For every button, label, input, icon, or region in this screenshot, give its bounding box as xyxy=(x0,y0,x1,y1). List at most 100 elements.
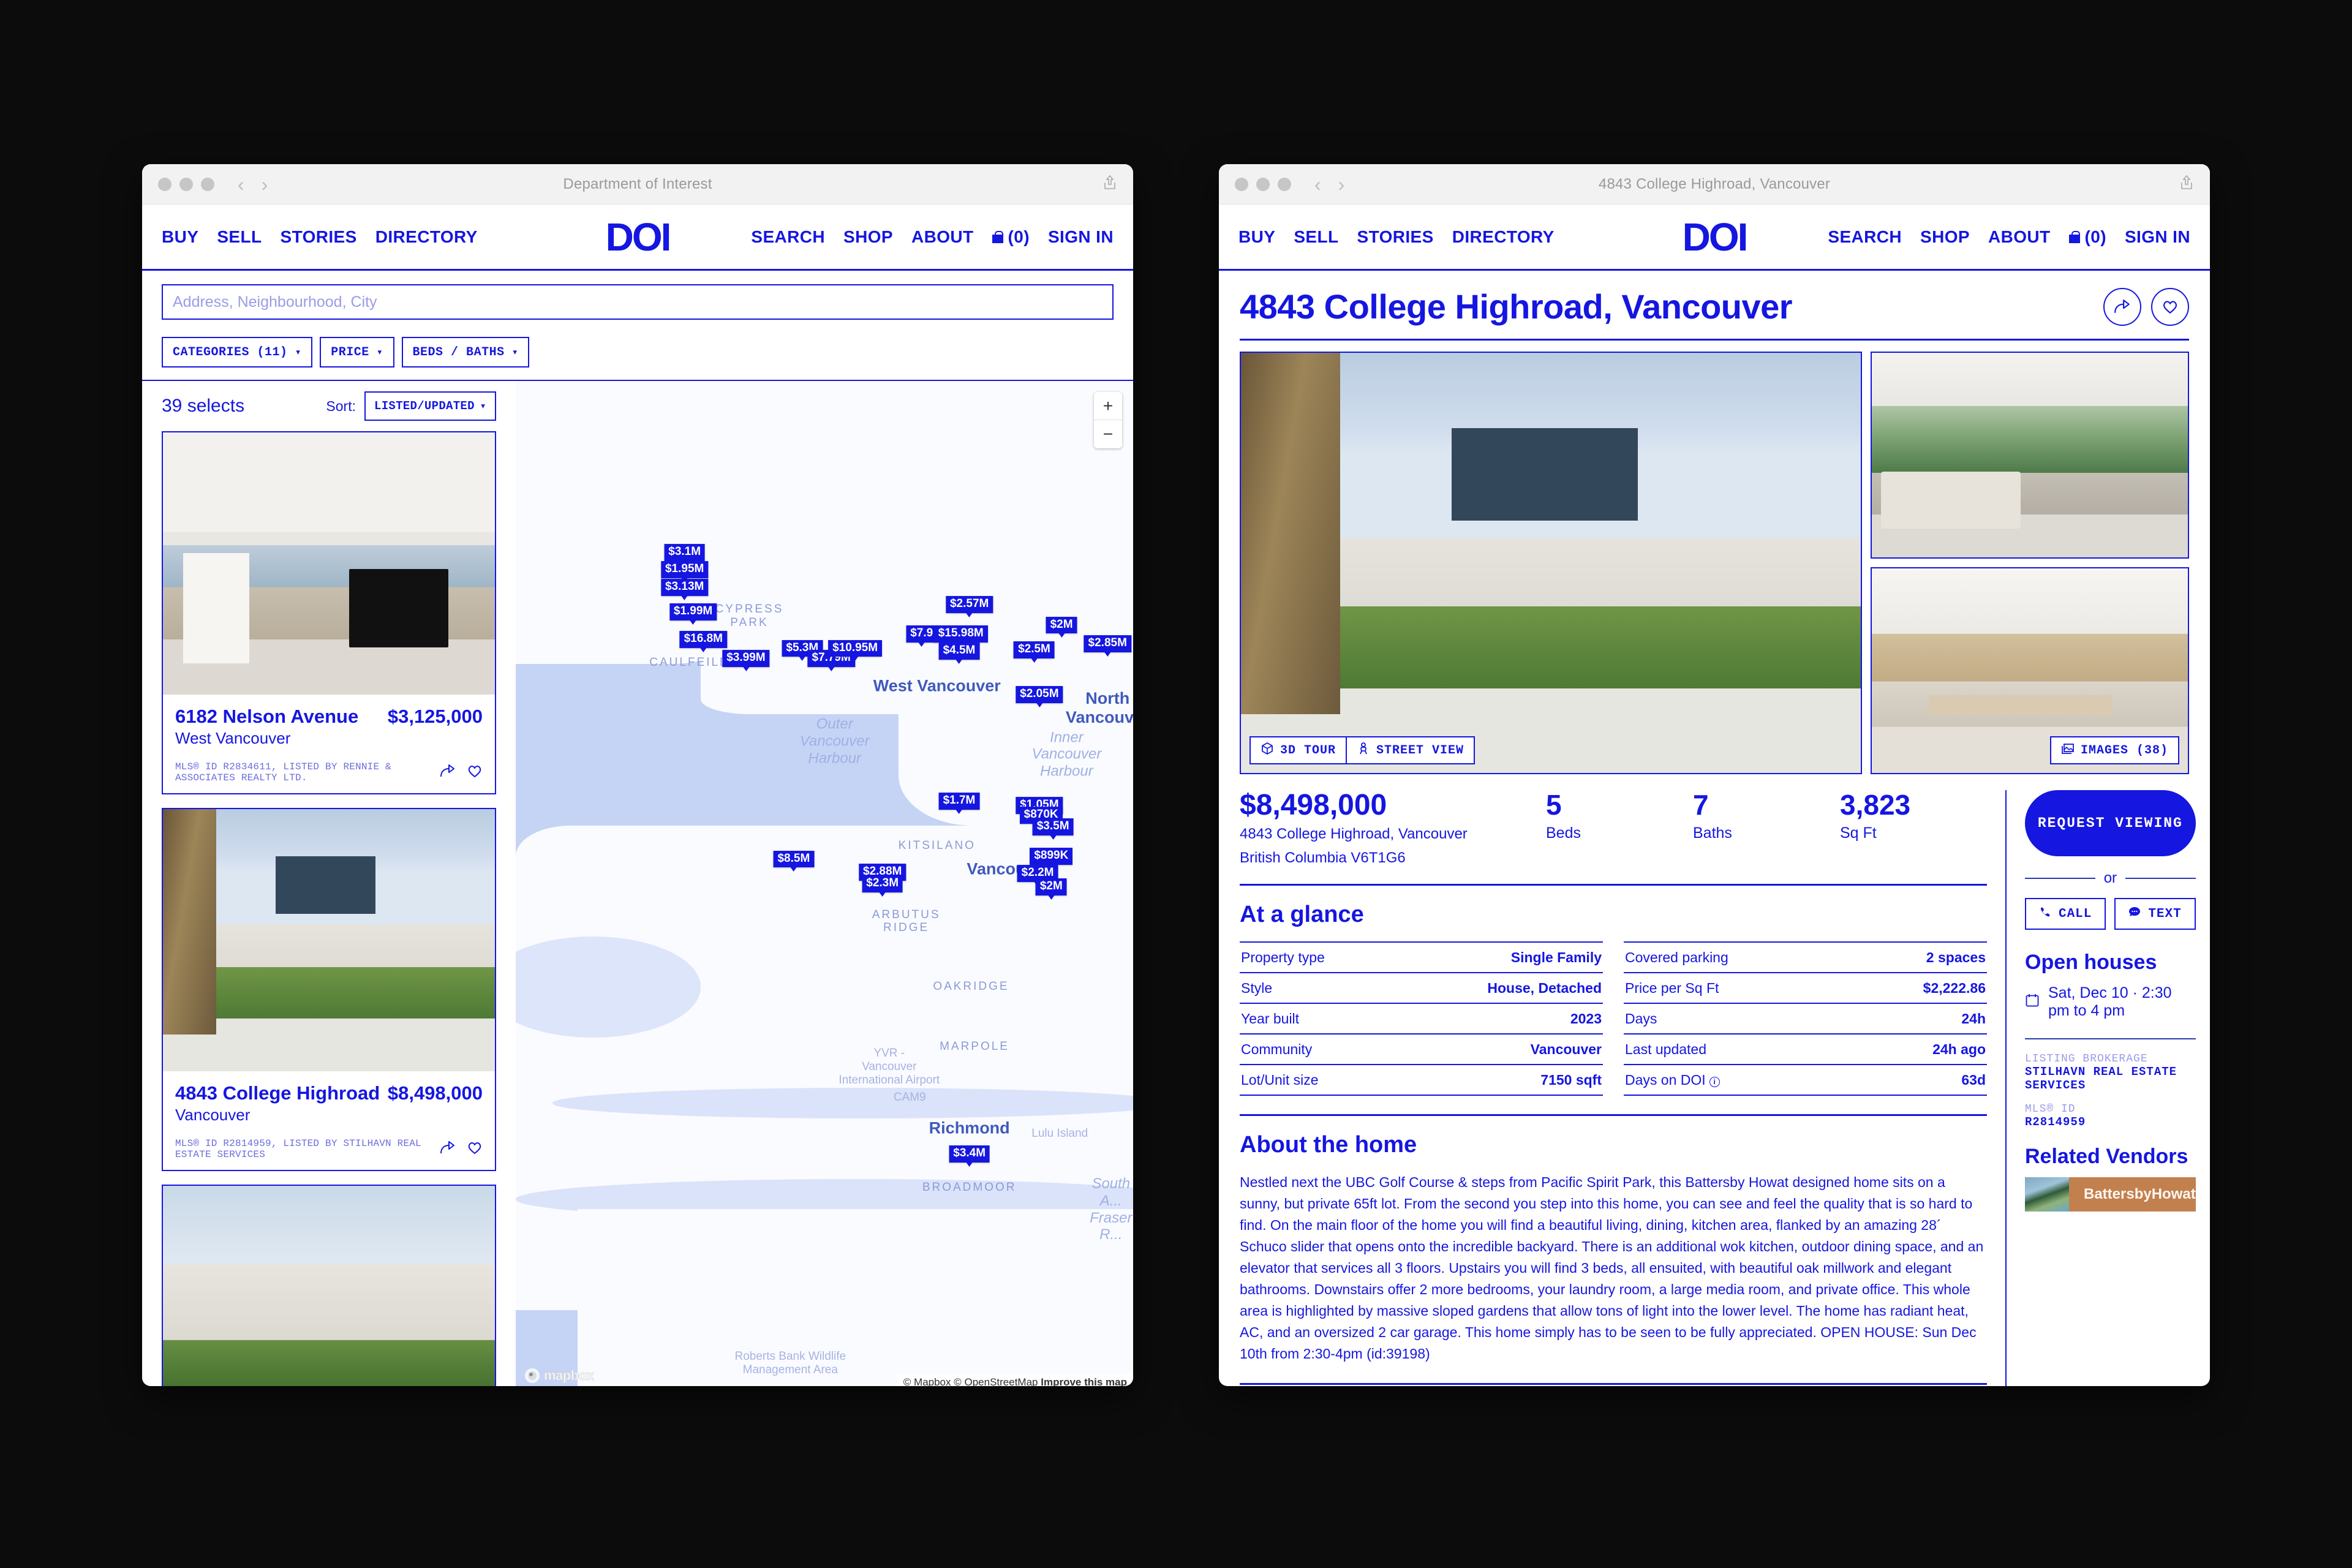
map-price-pin[interactable]: $4.5M xyxy=(938,643,980,665)
share-icon[interactable] xyxy=(1102,175,1117,194)
listing-photo[interactable] xyxy=(163,809,495,1071)
map-price-pin[interactable]: $899K xyxy=(1030,847,1073,869)
close-button[interactable] xyxy=(158,177,172,191)
listing-card[interactable] xyxy=(162,1185,496,1386)
nav-sell[interactable]: SELL xyxy=(217,227,262,247)
text-button[interactable]: TEXT xyxy=(2114,898,2196,930)
close-button[interactable] xyxy=(1235,177,1248,191)
nav-about[interactable]: ABOUT xyxy=(1988,227,2051,247)
listing-photo[interactable] xyxy=(163,432,495,695)
map-price-pin[interactable]: $2M xyxy=(1046,616,1077,638)
nav-about[interactable]: ABOUT xyxy=(911,227,974,247)
back-arrow-icon[interactable]: ‹ xyxy=(1314,175,1321,194)
street-view-button[interactable]: STREET VIEW xyxy=(1347,736,1476,764)
favorite-heart-icon[interactable] xyxy=(467,1140,483,1158)
nav-buy[interactable]: BUY xyxy=(162,227,198,247)
listing-card[interactable]: 6182 Nelson Avenue $3,125,000 West Vanco… xyxy=(162,431,496,794)
nav-directory[interactable]: DIRECTORY xyxy=(1452,227,1555,247)
window-controls[interactable] xyxy=(158,177,214,191)
map-price-pin[interactable]: $2M xyxy=(1035,878,1067,900)
hero-photo[interactable]: 3D TOUR STREET VIEW xyxy=(1240,352,1862,774)
listing-address[interactable]: 6182 Nelson Avenue xyxy=(175,706,358,728)
map-price-pin[interactable]: $1.7M xyxy=(938,792,980,814)
listing-card[interactable]: 4843 College Highroad $8,498,000 Vancouv… xyxy=(162,808,496,1171)
cart-button[interactable]: (0) xyxy=(992,227,1030,247)
map-price-pin[interactable]: $3.1M xyxy=(664,544,706,565)
images-button[interactable]: IMAGES (38) xyxy=(2049,736,2179,764)
vendor-card[interactable]: BattersbyHowat xyxy=(2025,1177,2196,1212)
nav-buy[interactable]: BUY xyxy=(1238,227,1275,247)
search-box[interactable] xyxy=(162,284,1114,320)
nav-sell[interactable]: SELL xyxy=(1294,227,1338,247)
map-price-pin[interactable]: $8.5M xyxy=(773,850,815,872)
map-zoom-out-button[interactable]: − xyxy=(1094,420,1122,448)
share-icon[interactable] xyxy=(440,764,456,782)
map-price-pin[interactable]: $3.99M xyxy=(722,650,770,671)
improve-map-link[interactable]: Improve this map xyxy=(1041,1376,1127,1386)
nav-shop[interactable]: SHOP xyxy=(1920,227,1970,247)
map-attribution[interactable]: © Mapbox © OpenStreetMap Improve this ma… xyxy=(897,1374,1133,1386)
window-controls[interactable] xyxy=(1235,177,1291,191)
map-price-pin[interactable]: $1.95M xyxy=(660,561,709,583)
listings-column[interactable]: 39 selects Sort: LISTED/UPDATED ▾ 6182 N… xyxy=(142,381,516,1386)
map-zoom-in-button[interactable]: + xyxy=(1094,392,1122,420)
browser-nav[interactable]: ‹ › xyxy=(1314,175,1344,194)
filter-categories[interactable]: CATEGORIES (11) ▾ xyxy=(162,337,313,368)
nav-sign-in[interactable]: SIGN IN xyxy=(1048,227,1114,247)
divider-line xyxy=(2125,878,2196,879)
cart-button[interactable]: (0) xyxy=(2068,227,2106,247)
doi-logo[interactable]: DOI xyxy=(1683,214,1749,260)
filter-price[interactable]: PRICE ▾ xyxy=(320,337,394,368)
gallery-thumbnail[interactable] xyxy=(1871,352,2189,559)
favorite-button[interactable] xyxy=(2151,287,2189,326)
back-arrow-icon[interactable]: ‹ xyxy=(238,175,244,194)
favorite-heart-icon[interactable] xyxy=(467,764,483,782)
search-map[interactable]: + − mapbox © Mapbox © OpenStreetMap Impr… xyxy=(516,381,1133,1386)
map-price-pin[interactable]: $2.57M xyxy=(945,596,993,618)
share-icon[interactable] xyxy=(2179,175,2194,194)
nav-stories[interactable]: STORIES xyxy=(281,227,357,247)
gallery-thumbnail[interactable]: IMAGES (38) xyxy=(1871,567,2189,774)
map-price-pin[interactable]: $16.8M xyxy=(679,631,727,653)
share-button[interactable] xyxy=(2103,287,2141,326)
row-value: 2023 xyxy=(1570,1011,1602,1027)
minimize-button[interactable] xyxy=(1256,177,1270,191)
3d-tour-button[interactable]: 3D TOUR xyxy=(1250,736,1348,764)
map-price-pin[interactable]: $2.05M xyxy=(1016,686,1063,708)
nav-directory[interactable]: DIRECTORY xyxy=(375,227,478,247)
forward-arrow-icon[interactable]: › xyxy=(262,175,268,194)
maximize-button[interactable] xyxy=(201,177,214,191)
map-price-pin[interactable]: $15.98M xyxy=(933,625,988,647)
doi-logo[interactable]: DOI xyxy=(606,214,672,260)
map-price-pin[interactable]: $7.9 xyxy=(906,625,938,647)
listing-photo[interactable] xyxy=(163,1186,495,1386)
price-block: $8,498,000 4843 College Highroad, Vancou… xyxy=(1240,790,1546,868)
nav-shop[interactable]: SHOP xyxy=(843,227,893,247)
sort-select[interactable]: LISTED/UPDATED ▾ xyxy=(364,391,496,421)
map-price-pin[interactable]: $2.85M xyxy=(1084,635,1131,657)
nav-search[interactable]: SEARCH xyxy=(751,227,825,247)
map-price-pin[interactable]: $3.5M xyxy=(1032,818,1074,840)
map-price-pin[interactable]: $3.13M xyxy=(660,578,709,600)
listing-address[interactable]: 4843 College Highroad xyxy=(175,1082,380,1104)
nav-stories[interactable]: STORIES xyxy=(1357,227,1434,247)
sort-control[interactable]: Sort: LISTED/UPDATED ▾ xyxy=(326,391,496,421)
map-price-pin[interactable]: $2.3M xyxy=(862,875,903,897)
map-price-pin[interactable]: $2.5M xyxy=(1014,641,1055,663)
map-price-pin[interactable]: $1.99M xyxy=(669,603,717,625)
forward-arrow-icon[interactable]: › xyxy=(1338,175,1345,194)
call-button[interactable]: CALL xyxy=(2025,898,2106,930)
filter-beds-baths[interactable]: BEDS / BATHS ▾ xyxy=(401,337,530,368)
nav-sign-in[interactable]: SIGN IN xyxy=(2125,227,2190,247)
browser-nav[interactable]: ‹ › xyxy=(238,175,268,194)
search-input[interactable] xyxy=(173,293,1102,311)
nav-search[interactable]: SEARCH xyxy=(1828,227,1902,247)
map-zoom-controls[interactable]: + − xyxy=(1094,392,1122,448)
share-icon[interactable] xyxy=(440,1140,456,1158)
request-viewing-button[interactable]: REQUEST VIEWING xyxy=(2025,790,2196,856)
map-price-pin[interactable]: $10.95M xyxy=(828,639,883,662)
maximize-button[interactable] xyxy=(1278,177,1291,191)
map-price-pin[interactable]: $3.4M xyxy=(949,1145,990,1167)
info-icon[interactable]: i xyxy=(1709,1076,1720,1087)
minimize-button[interactable] xyxy=(179,177,193,191)
